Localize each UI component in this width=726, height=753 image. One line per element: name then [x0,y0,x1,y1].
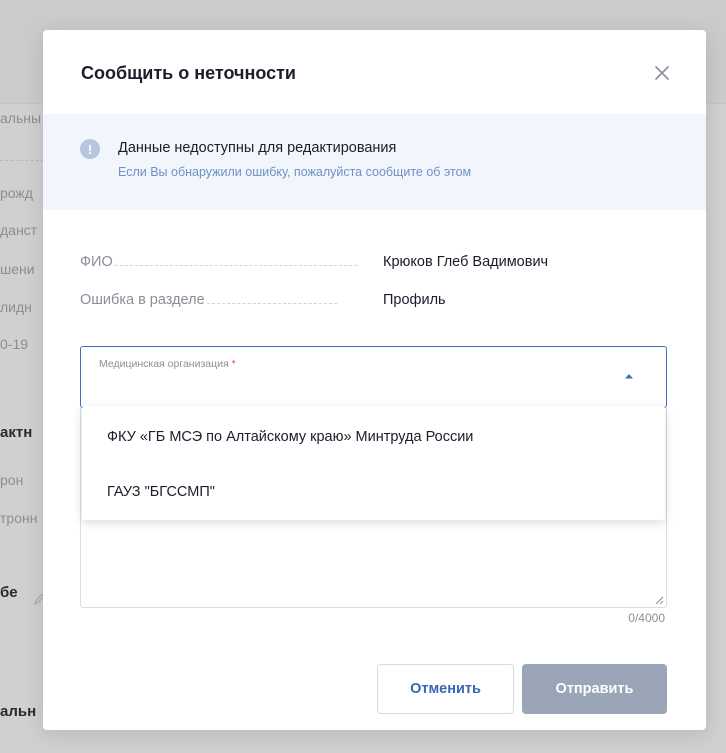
background-text: рожд [0,185,33,201]
report-error-modal: Сообщить о неточности ! Данные недоступн… [43,30,706,730]
modal-title: Сообщить о неточности [81,63,296,83]
info-label: Ошибка в разделе [80,292,205,308]
notice-banner: ! Данные недоступны для редактирования Е… [43,114,706,210]
background-heading: альн [0,703,37,720]
background-text: рон [0,472,24,488]
info-row-section: Ошибка в разделе Профиль [80,286,670,308]
notice-title: Данные недоступны для редактирования [118,140,397,156]
select-label: Медицинская организация * [99,358,236,370]
background-text: шени [0,261,35,277]
dotted-leader [206,303,337,304]
exclamation-circle-icon: ! [80,139,100,159]
background-text: лидн [0,299,32,315]
info-row-name: ФИО Крюков Глеб Вадимович [80,248,670,270]
medical-organization-select[interactable]: Медицинская организация * [80,346,667,408]
resize-handle-icon[interactable] [654,595,664,605]
background-text: 0-19 [0,336,29,352]
dropdown-option[interactable]: ГАУЗ "БГССМП" [82,464,665,520]
select-dropdown: ФКУ «ГБ МСЭ по Алтайскому краю» Минтруда… [82,406,665,520]
dropdown-option[interactable]: ФКУ «ГБ МСЭ по Алтайскому краю» Минтруда… [82,409,665,465]
background-heading: актн [0,424,33,441]
info-value: Крюков Глеб Вадимович [383,254,549,270]
required-mark: * [231,358,236,370]
info-label: ФИО [80,254,113,270]
character-counter: 0/4000 [628,611,665,625]
cancel-button[interactable]: Отменить [377,664,514,714]
caret-up-icon [625,374,633,379]
background-text: данст [0,222,38,238]
select-label-text: Медицинская организация [99,358,229,370]
background-divider [0,160,44,161]
background-heading: бе [0,584,18,601]
dotted-leader [114,265,357,266]
info-value: Профиль [383,292,446,308]
close-button[interactable] [649,60,675,86]
background-text: альны [0,110,42,126]
submit-button[interactable]: Отправить [522,664,667,714]
notice-subtitle: Если Вы обнаружили ошибку, пожалуйста со… [118,165,472,179]
background-text: тронн [0,510,38,526]
close-icon [655,66,669,80]
